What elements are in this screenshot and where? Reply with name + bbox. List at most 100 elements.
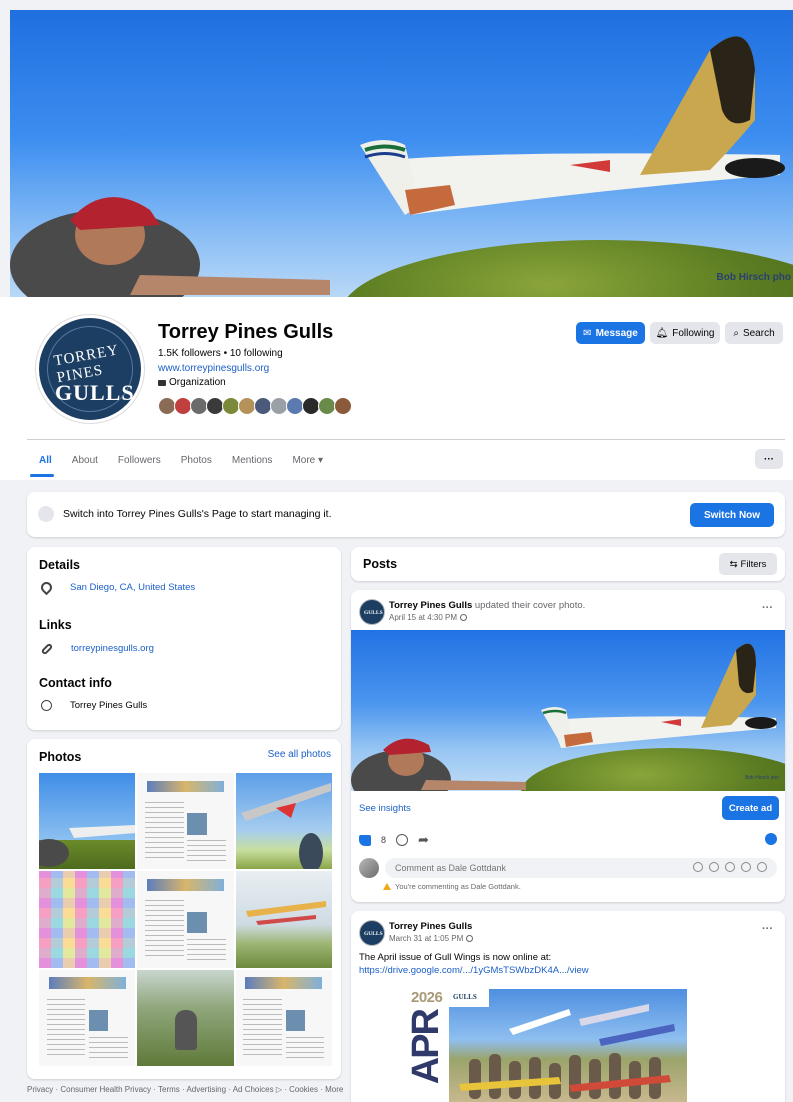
reaction-bar: 8 ➦ [359,830,777,850]
posts-header: Posts ⇆ Filters [351,547,785,581]
tab-photos[interactable]: Photos [181,455,212,466]
post-glider-illustration [351,643,777,791]
cover-photo[interactable]: Bob Hirsch pho [10,10,793,297]
profile-header: TORREY PINES GULLS Torrey Pines Gulls 1.… [0,297,793,480]
location-pin-icon [38,579,55,596]
tab-followers[interactable]: Followers [118,455,161,466]
person-figure [175,1009,198,1050]
post-timestamp[interactable]: April 15 at 4:30 PM [389,613,468,622]
photo-grid [39,773,332,1066]
category-label: Organization [169,377,226,388]
photo-thumbnail[interactable] [39,969,136,1066]
footer-links[interactable]: Privacy · Consumer Health Privacy · Term… [27,1085,347,1095]
photo-thumbnail[interactable] [137,871,234,968]
post-author-avatar[interactable]: GULLS [359,920,385,946]
contact-value[interactable]: Torrey Pines Gulls [70,700,147,711]
share-icon[interactable]: ➦ [418,832,429,848]
newsletter-preview[interactable]: 2026 APR GULLS [351,986,785,1102]
like-count[interactable]: 8 [381,835,386,845]
create-ad-button[interactable]: Create ad [722,796,779,820]
links-title: Links [39,618,72,632]
more-options-button[interactable]: ··· [755,449,783,469]
photo-thumbnail[interactable] [39,773,136,870]
group-photo-illustration [459,1004,675,1099]
commenter-avatar[interactable] [359,858,379,878]
post-drive-link[interactable]: https://drive.google.com/.../1yGMsTSWbzD… [359,964,589,977]
photo-thumbnail[interactable] [39,871,136,968]
photo-thumbnail[interactable] [137,969,234,1066]
camera-icon[interactable] [725,862,735,872]
post-options-button[interactable]: ··· [762,923,773,935]
follower-avatars[interactable] [158,397,352,415]
like-icon[interactable] [359,834,371,846]
search-button[interactable]: ⌕ Search [725,322,783,344]
glider-thumb-drawing [39,825,136,867]
profile-tabs: All About Followers Photos Mentions More… [39,455,343,466]
photo-thumbnail[interactable] [235,773,332,870]
header-divider [27,439,785,440]
post-body: The April issue of Gull Wings is now onl… [359,951,589,977]
glider-thumb-drawing [240,783,331,870]
post-action: updated their cover photo. [472,600,586,611]
filters-label: Filters [740,558,767,570]
search-icon: ⌕ [733,327,739,339]
comment-tools [693,862,767,872]
photo-thumbnail[interactable] [137,773,234,870]
messenger-icon [41,700,52,711]
following-button[interactable]: 🔔︎ Following [650,322,720,344]
website-short-link[interactable]: torreypinesgulls.org [71,643,154,654]
filters-button[interactable]: ⇆ Filters [719,553,777,575]
post-image-credit: Bob Hirsch pho [744,775,779,781]
briefcase-icon [158,379,166,386]
emoji-icon[interactable] [709,862,719,872]
profile-avatar[interactable]: TORREY PINES GULLS [36,315,144,423]
group-photo: GULLS [449,989,687,1102]
comment-composer [359,858,777,878]
photos-title: Photos [39,750,82,764]
tab-all[interactable]: All [39,455,52,466]
photo-thumbnail[interactable] [235,871,332,968]
location-link[interactable]: San Diego, CA, United States [70,582,195,593]
globe-icon [460,614,468,621]
reaction-selector-icon[interactable] [765,833,777,845]
switch-now-button[interactable]: Switch Now [690,503,774,527]
tab-more[interactable]: More ▾ [292,455,323,466]
post-author-line: Torrey Pines Gulls updated their cover p… [389,600,585,611]
link-icon [40,642,54,655]
photos-card: Photos See all photos [27,739,341,1079]
message-button[interactable]: ✉ Message [576,322,645,344]
details-title: Details [39,558,80,572]
comment-icon[interactable] [396,834,409,846]
switch-text: Switch into Torrey Pines Gulls's Page to… [63,508,332,520]
details-card: Details San Diego, CA, United States Lin… [27,547,341,730]
post-image[interactable]: Bob Hirsch pho [351,630,785,791]
avatar-bottom-text: GULLS [55,380,135,405]
avatar-sticker-icon[interactable] [693,862,703,872]
message-label: Message [595,327,638,339]
following-label: Following [672,327,715,339]
post-author-avatar[interactable]: GULLS [359,599,385,625]
globe-icon [466,935,474,942]
glider-thumb-drawing [245,901,326,926]
post-timestamp[interactable]: March 31 at 1:05 PM [389,934,474,943]
page-title: Torrey Pines Gulls [158,321,334,343]
post-author-name[interactable]: Torrey Pines Gulls [389,600,472,611]
see-all-photos-link[interactable]: See all photos [268,749,331,760]
newsletter-month: APR [405,1010,447,1085]
website-link[interactable]: www.torreypinesgulls.org [158,363,269,374]
sticker-icon[interactable] [757,862,767,872]
tab-mentions[interactable]: Mentions [232,455,273,466]
post-options-button[interactable]: ··· [762,602,773,614]
messenger-icon: ✉ [583,327,592,339]
photo-thumbnail[interactable] [235,969,332,1066]
page-category: Organization [158,377,226,388]
gif-icon[interactable] [741,862,751,872]
cover-credit: Bob Hirsch pho [716,272,791,283]
follower-avatar[interactable] [334,397,352,415]
follower-stats[interactable]: 1.5K followers • 10 following [158,348,283,359]
post-author-name[interactable]: Torrey Pines Gulls [389,921,472,932]
bell-icon: 🔔︎ [655,327,669,339]
tab-about[interactable]: About [72,455,98,466]
see-insights-link[interactable]: See insights [359,803,411,814]
filters-icon: ⇆ [729,558,738,570]
